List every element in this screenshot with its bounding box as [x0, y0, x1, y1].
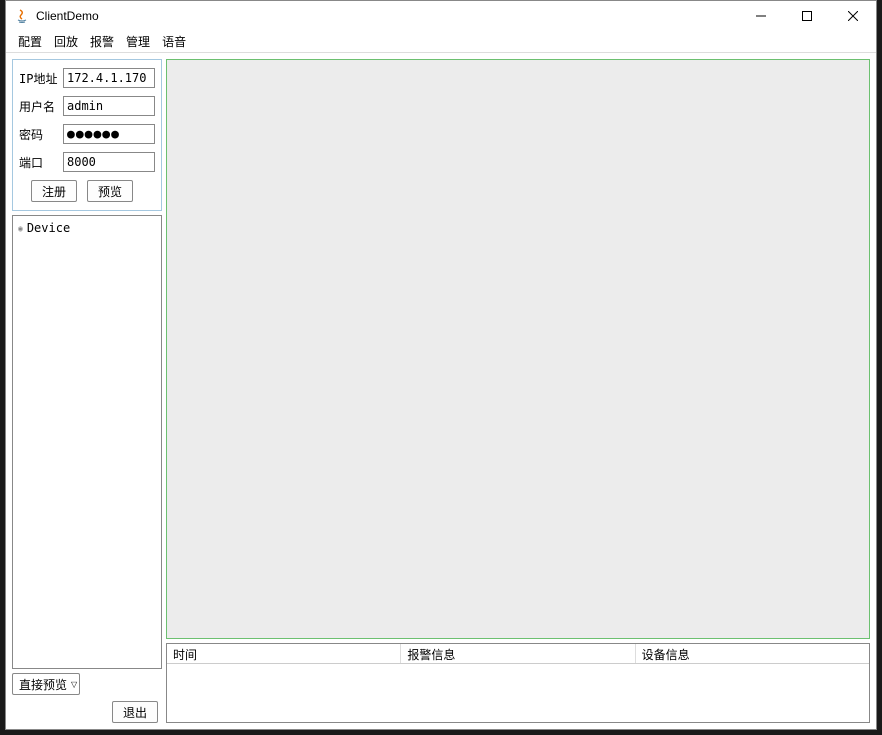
preview-button[interactable]: 预览 — [87, 180, 133, 202]
password-label: 密码 — [19, 126, 59, 143]
exit-button[interactable]: 退出 — [112, 701, 158, 723]
minimize-button[interactable] — [738, 1, 784, 31]
chevron-down-icon: ▽ — [71, 680, 77, 689]
table-header: 时间 报警信息 设备信息 — [167, 644, 869, 664]
ip-input[interactable] — [63, 68, 155, 88]
port-input[interactable] — [63, 152, 155, 172]
window-title: ClientDemo — [36, 9, 738, 23]
video-preview-panel[interactable] — [166, 59, 870, 639]
right-panel: 时间 报警信息 设备信息 — [166, 59, 870, 723]
register-button[interactable]: 注册 — [31, 180, 77, 202]
tree-node-icon: ◉ — [18, 224, 23, 233]
bottom-left-controls: 直接预览 ▽ 退出 — [12, 673, 162, 723]
content-area: IP地址 用户名 密码 端口 注册 预览 — [6, 53, 876, 729]
ip-label: IP地址 — [19, 70, 59, 87]
username-input[interactable] — [63, 96, 155, 116]
menu-config[interactable]: 配置 — [14, 31, 46, 52]
username-label: 用户名 — [19, 98, 59, 115]
close-button[interactable] — [830, 1, 876, 31]
combo-value: 直接预览 — [19, 676, 67, 693]
col-device-info[interactable]: 设备信息 — [636, 644, 869, 663]
menu-manage[interactable]: 管理 — [122, 31, 154, 52]
left-panel: IP地址 用户名 密码 端口 注册 预览 — [12, 59, 162, 723]
titlebar: ClientDemo — [6, 1, 876, 31]
window-controls — [738, 1, 876, 31]
tree-root-label: Device — [27, 221, 70, 235]
java-icon — [14, 8, 30, 24]
preview-mode-combo[interactable]: 直接预览 ▽ — [12, 673, 80, 695]
menu-voice[interactable]: 语音 — [158, 31, 190, 52]
port-label: 端口 — [19, 154, 59, 171]
device-tree[interactable]: ◉ Device — [12, 215, 162, 669]
maximize-button[interactable] — [784, 1, 830, 31]
tree-root-item[interactable]: ◉ Device — [17, 220, 157, 236]
col-alarm-info[interactable]: 报警信息 — [401, 644, 635, 663]
alarm-table: 时间 报警信息 设备信息 — [166, 643, 870, 723]
menu-playback[interactable]: 回放 — [50, 31, 82, 52]
password-input[interactable] — [63, 124, 155, 144]
col-time[interactable]: 时间 — [167, 644, 401, 663]
menu-alarm[interactable]: 报警 — [86, 31, 118, 52]
app-window: ClientDemo 配置 回放 报警 管理 语音 IP地址 — [5, 0, 877, 730]
connection-form: IP地址 用户名 密码 端口 注册 预览 — [12, 59, 162, 211]
menubar: 配置 回放 报警 管理 语音 — [6, 31, 876, 53]
